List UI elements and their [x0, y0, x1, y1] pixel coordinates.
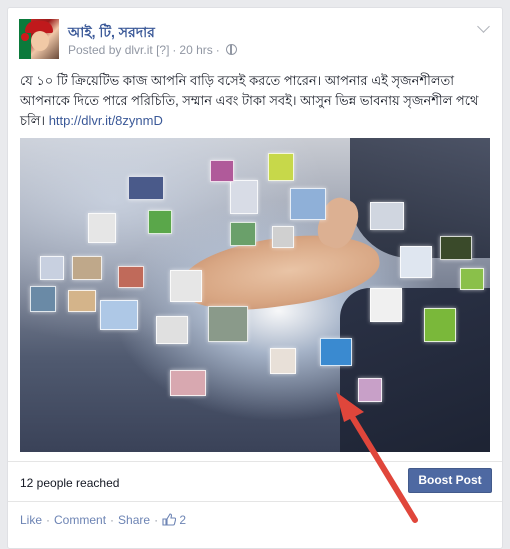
posted-by-text[interactable]: Posted by dlvr.it: [68, 43, 153, 57]
post-text: যে ১০ টি ক্রিয়েটিভ কাজ আপনি বাড়ি বসেই …: [20, 71, 490, 131]
post-meta: Posted by dlvr.it [?] · 20 hrs ·: [68, 43, 237, 57]
posted-by-help[interactable]: [?]: [156, 43, 169, 57]
post-link[interactable]: http://dlvr.it/8zynmD: [49, 113, 163, 128]
page-avatar[interactable]: [19, 19, 59, 59]
boost-post-button[interactable]: Boost Post: [408, 468, 492, 493]
globe-icon[interactable]: [225, 44, 237, 55]
chevron-down-icon[interactable]: [477, 20, 490, 33]
thumbs-up-icon[interactable]: [162, 513, 177, 526]
share-link[interactable]: Share: [118, 513, 150, 527]
post-card: আই, টি, সরদার Posted by dlvr.it [?] · 20 h…: [7, 7, 503, 549]
reach-count[interactable]: 12 people reached: [20, 476, 119, 490]
like-link[interactable]: Like: [20, 513, 42, 527]
divider: [8, 501, 502, 502]
page-name-link[interactable]: আই, টি, সরদার: [68, 21, 155, 45]
post-image[interactable]: [20, 138, 490, 452]
comment-link[interactable]: Comment: [54, 513, 106, 527]
post-actions: Like · Comment · Share · 2: [20, 513, 187, 527]
like-count[interactable]: 2: [179, 513, 186, 527]
post-time[interactable]: 20 hrs: [179, 43, 212, 57]
divider: [8, 461, 502, 462]
